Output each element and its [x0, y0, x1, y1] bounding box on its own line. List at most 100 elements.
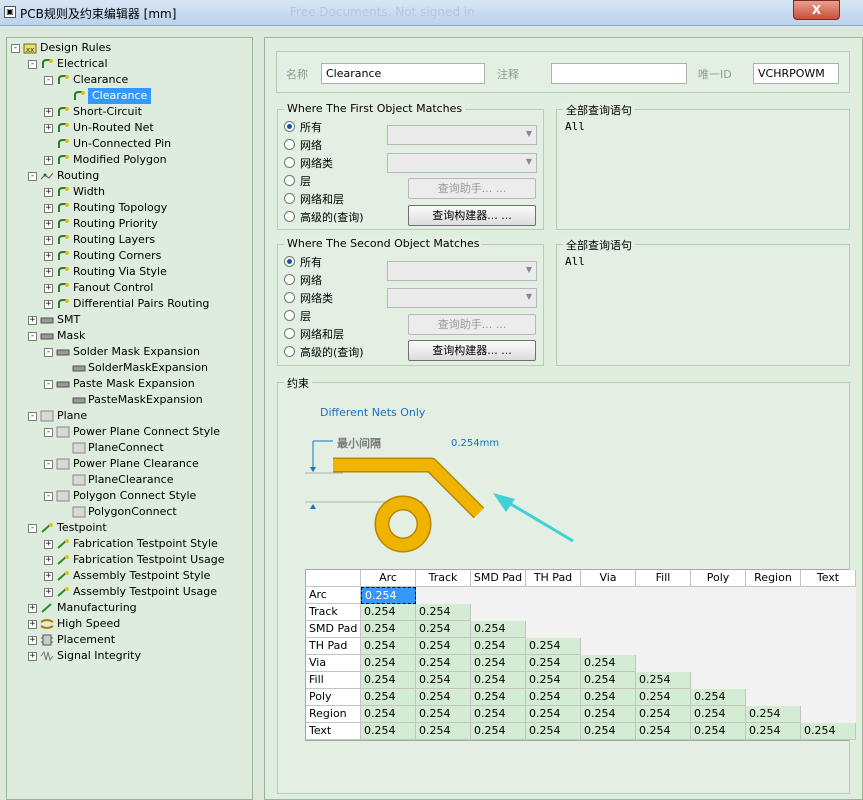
radio-first_match-5[interactable] — [284, 211, 295, 222]
expand-icon[interactable]: + — [44, 236, 53, 245]
matrix-cell[interactable]: 0.254 — [471, 723, 526, 740]
first-net-combo[interactable]: ▼ — [387, 125, 537, 145]
matrix-cell[interactable]: 0.254 — [691, 706, 746, 723]
matrix-cell[interactable]: 0.254 — [471, 689, 526, 706]
second-query-helper-button[interactable]: 查询助手... ... — [408, 314, 536, 335]
tree-node[interactable]: PlaneConnect — [7, 440, 252, 456]
collapse-icon[interactable]: - — [44, 428, 53, 437]
collapse-icon[interactable]: - — [44, 380, 53, 389]
comment-field[interactable] — [551, 63, 687, 84]
matrix-cell[interactable]: 0.254 — [416, 672, 471, 689]
expand-icon[interactable]: + — [44, 572, 53, 581]
matrix-cell[interactable]: 0.254 — [416, 689, 471, 706]
radio-first_match-0[interactable] — [284, 121, 295, 132]
expand-icon[interactable]: + — [28, 652, 37, 661]
matrix-cell[interactable]: 0.254 — [636, 689, 691, 706]
tree-node[interactable]: - Power Plane Clearance — [7, 456, 252, 472]
tree-node[interactable]: + SMT — [7, 312, 252, 328]
tree-node[interactable]: + Assembly Testpoint Style — [7, 568, 252, 584]
matrix-cell[interactable]: 0.254 — [581, 706, 636, 723]
tree-node[interactable]: - Paste Mask Expansion — [7, 376, 252, 392]
mode-link[interactable]: Different Nets Only — [320, 406, 425, 419]
matrix-cell[interactable]: 0.254 — [526, 672, 581, 689]
tree-node[interactable]: + Fabrication Testpoint Style — [7, 536, 252, 552]
tree-node[interactable]: + Routing Corners — [7, 248, 252, 264]
tree-node[interactable]: - Electrical — [7, 56, 252, 72]
expand-icon[interactable]: + — [44, 588, 53, 597]
expand-icon[interactable]: + — [44, 300, 53, 309]
matrix-cell[interactable]: 0.254 — [361, 706, 416, 723]
matrix-cell[interactable]: 0.254 — [746, 723, 801, 740]
matrix-cell[interactable]: 0.254 — [361, 723, 416, 740]
tree-node[interactable]: Un-Connected Pin — [7, 136, 252, 152]
radio-first_match-3[interactable] — [284, 175, 295, 186]
matrix-cell[interactable]: 0.254 — [691, 689, 746, 706]
collapse-icon[interactable]: - — [44, 348, 53, 357]
matrix-cell[interactable]: 0.254 — [416, 621, 471, 638]
matrix-cell[interactable]: 0.254 — [691, 723, 746, 740]
collapse-icon[interactable]: - — [28, 412, 37, 421]
expand-icon[interactable]: + — [28, 620, 37, 629]
radio-second_match-0[interactable] — [284, 256, 295, 267]
radio-second_match-5[interactable] — [284, 346, 295, 357]
expand-icon[interactable]: + — [28, 636, 37, 645]
tree-node[interactable]: - xx Design Rules — [7, 40, 252, 56]
collapse-icon[interactable]: - — [44, 492, 53, 501]
matrix-cell[interactable]: 0.254 — [416, 723, 471, 740]
expand-icon[interactable]: + — [28, 604, 37, 613]
tree-node[interactable]: + Modified Polygon — [7, 152, 252, 168]
matrix-cell[interactable]: 0.254 — [526, 655, 581, 672]
matrix-cell[interactable]: 0.254 — [526, 638, 581, 655]
tree-node[interactable]: - Mask — [7, 328, 252, 344]
tree-node[interactable]: + Routing Topology — [7, 200, 252, 216]
matrix-cell[interactable]: 0.254 — [636, 723, 691, 740]
matrix-cell[interactable]: 0.254 — [361, 689, 416, 706]
collapse-icon[interactable]: - — [11, 44, 20, 53]
radio-first_match-2[interactable] — [284, 157, 295, 168]
matrix-cell[interactable]: 0.254 — [361, 587, 416, 604]
matrix-cell[interactable]: 0.254 — [471, 638, 526, 655]
expand-icon[interactable]: + — [44, 188, 53, 197]
close-button[interactable]: X — [793, 0, 840, 20]
clearance-matrix[interactable]: Arc Track SMD Pad TH Pad Via Fill Poly Region Te… — [305, 569, 856, 741]
tree-node[interactable]: + Fanout Control — [7, 280, 252, 296]
matrix-cell[interactable]: 0.254 — [361, 638, 416, 655]
expand-icon[interactable]: + — [44, 204, 53, 213]
tree-node[interactable]: - Power Plane Connect Style — [7, 424, 252, 440]
radio-first_match-4[interactable] — [284, 193, 295, 204]
matrix-cell[interactable]: 0.254 — [526, 723, 581, 740]
matrix-cell[interactable]: 0.254 — [416, 604, 471, 621]
matrix-cell[interactable]: 0.254 — [361, 621, 416, 638]
matrix-cell[interactable]: 0.254 — [636, 672, 691, 689]
first-query-helper-button[interactable]: 查询助手... ... — [408, 178, 536, 199]
tree-node[interactable]: + High Speed — [7, 616, 252, 632]
tree-node[interactable]: - Solder Mask Expansion — [7, 344, 252, 360]
radio-second_match-4[interactable] — [284, 328, 295, 339]
expand-icon[interactable]: + — [44, 268, 53, 277]
tree-node[interactable]: - Plane — [7, 408, 252, 424]
matrix-cell[interactable]: 0.254 — [581, 723, 636, 740]
radio-second_match-1[interactable] — [284, 274, 295, 285]
expand-icon[interactable]: + — [44, 108, 53, 117]
tree-node[interactable]: PlaneClearance — [7, 472, 252, 488]
tree-node[interactable]: + Assembly Testpoint Usage — [7, 584, 252, 600]
matrix-cell[interactable]: 0.254 — [416, 706, 471, 723]
matrix-cell[interactable]: 0.254 — [746, 706, 801, 723]
expand-icon[interactable]: + — [44, 124, 53, 133]
matrix-cell[interactable]: 0.254 — [636, 706, 691, 723]
expand-icon[interactable]: + — [28, 316, 37, 325]
tree-node[interactable]: PasteMaskExpansion — [7, 392, 252, 408]
tree-node[interactable]: - Testpoint — [7, 520, 252, 536]
matrix-cell[interactable]: 0.254 — [471, 672, 526, 689]
matrix-cell[interactable]: 0.254 — [801, 723, 856, 740]
second-query-builder-button[interactable]: 查询构建器... ... — [408, 340, 536, 361]
matrix-cell[interactable]: 0.254 — [416, 638, 471, 655]
tree-node[interactable]: + Signal Integrity — [7, 648, 252, 664]
collapse-icon[interactable]: - — [44, 460, 53, 469]
collapse-icon[interactable]: - — [28, 524, 37, 533]
tree-node[interactable]: PolygonConnect — [7, 504, 252, 520]
tree-node[interactable]: + Un-Routed Net — [7, 120, 252, 136]
tree-node[interactable]: + Manufacturing — [7, 600, 252, 616]
matrix-cell[interactable]: 0.254 — [526, 706, 581, 723]
expand-icon[interactable]: + — [44, 156, 53, 165]
